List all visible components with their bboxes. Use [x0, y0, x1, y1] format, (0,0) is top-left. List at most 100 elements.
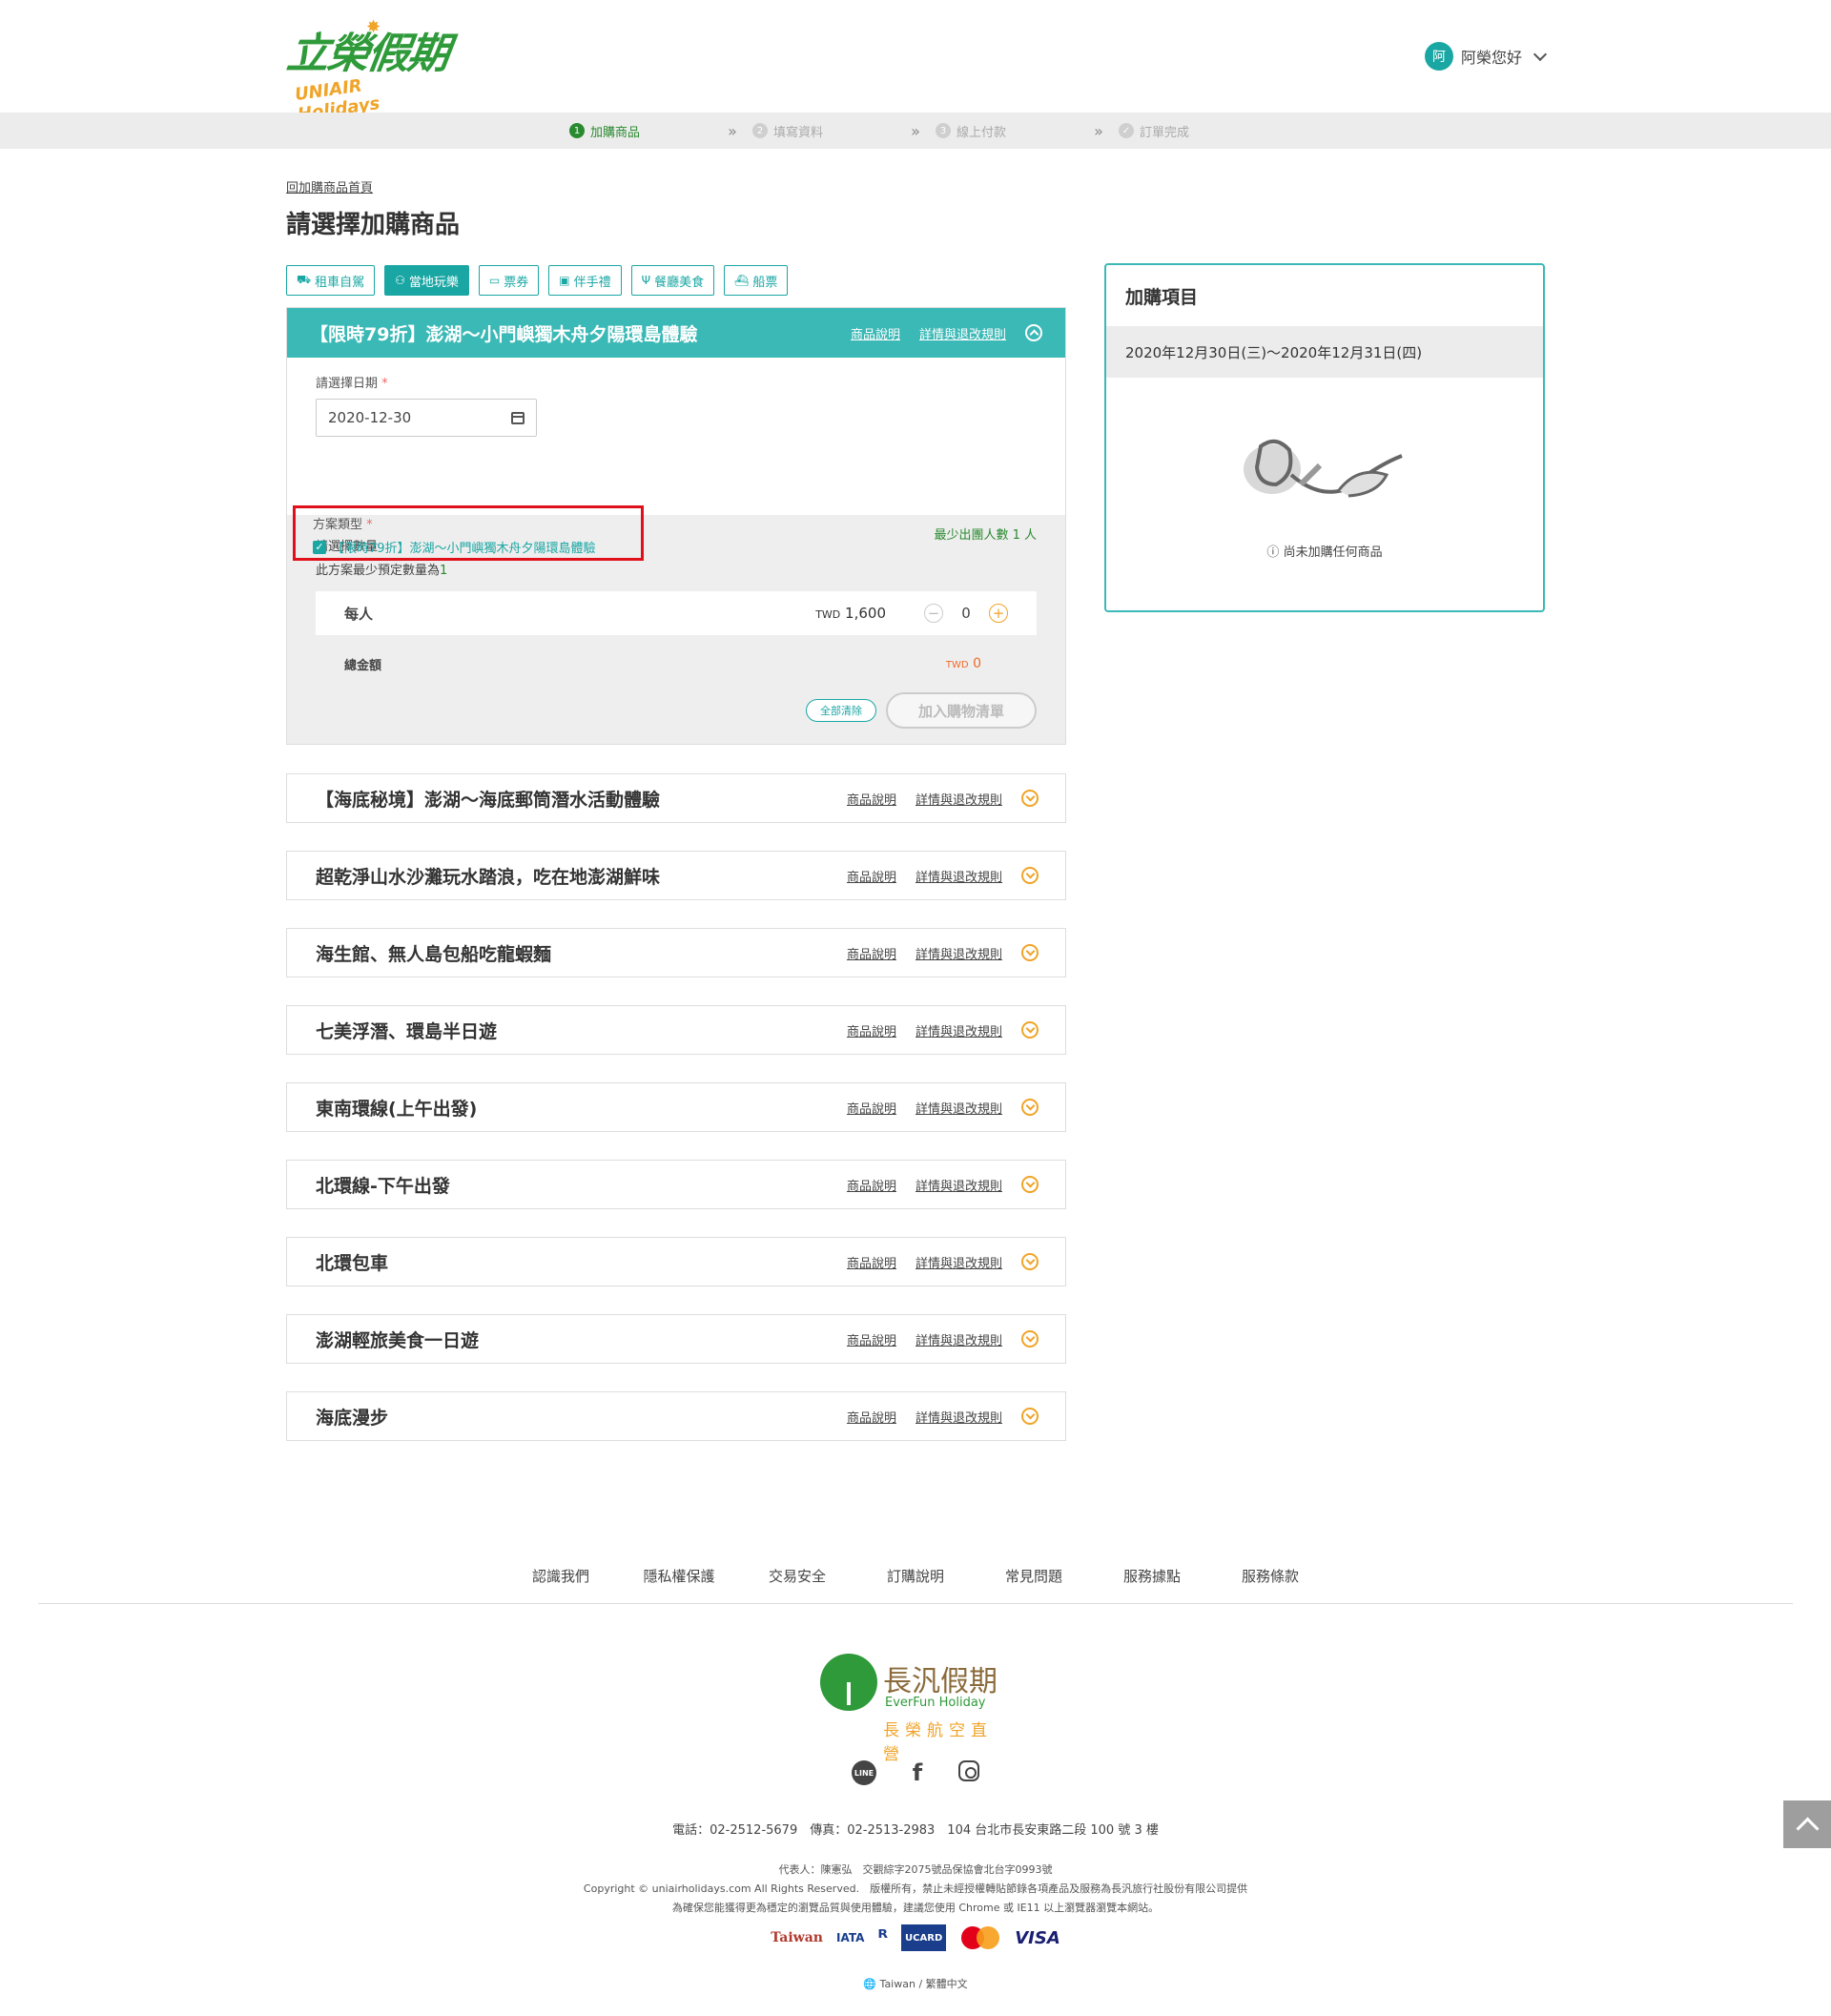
checkbox-checked-icon[interactable]: ✓	[313, 540, 326, 554]
product-item[interactable]: 東南環線(上午出發) 商品說明 詳情與退改規則	[286, 1082, 1066, 1132]
ucard-logo: UCARD	[901, 1924, 947, 1951]
product-rules-link[interactable]: 詳情與退改規則	[919, 324, 1006, 342]
tab-local-fun[interactable]: ⚇ 當地玩樂	[384, 265, 469, 296]
footer-link-terms[interactable]: 服務條款	[1211, 1566, 1329, 1586]
product-item[interactable]: 【海底秘境】澎湖～海底郵筒潛水活動體驗 商品說明 詳情與退改規則	[286, 773, 1066, 823]
product-description-link[interactable]: 商品說明	[847, 1099, 896, 1117]
expand-icon[interactable]	[1021, 790, 1039, 807]
product-item[interactable]: 海底漫步 商品說明 詳情與退改規則	[286, 1391, 1066, 1441]
product-description-link[interactable]: 商品說明	[847, 867, 896, 885]
plan-label: 方案類型 *	[313, 518, 373, 532]
product-rules-link[interactable]: 詳情與退改規則	[916, 1021, 1002, 1039]
back-to-top-button[interactable]	[1783, 1800, 1831, 1848]
plan-option[interactable]: ✓ 【限時79折】澎湖～小門嶼獨木舟夕陽環島體驗	[313, 538, 624, 556]
checkout-steps: 1 加購商品 » 2 填寫資料 » 3 線上付款 » ✓ 訂單完成	[0, 113, 1831, 149]
site-header: 立榮假期 ✸ UNIAIR Holidays 阿 阿榮您好	[0, 0, 1831, 125]
decrease-button[interactable]: −	[924, 604, 943, 623]
tab-restaurants[interactable]: Ψ 餐廳美食	[630, 265, 715, 296]
footer-link-security[interactable]: 交易安全	[738, 1566, 856, 1586]
tab-car-rental[interactable]: ⛟ 租車自駕	[286, 265, 376, 296]
tab-souvenirs[interactable]: ▣ 伴手禮	[548, 265, 622, 296]
user-greeting: 阿榮您好	[1460, 49, 1522, 67]
logo-star-icon: ✸	[366, 17, 381, 37]
footer-link-privacy[interactable]: 隱私權保護	[620, 1566, 738, 1586]
line-icon[interactable]: LINE	[852, 1760, 876, 1785]
everfun-logo[interactable]: 長汎假期 EverFun Holiday 長榮航空直營	[820, 1654, 1011, 1764]
footer-link-locations[interactable]: 服務據點	[1093, 1566, 1211, 1586]
product-title: 超乾淨山水沙灘玩水踏浪，吃在地澎湖鮮味	[316, 866, 661, 888]
tab-label: 當地玩樂	[408, 275, 459, 290]
clear-all-button[interactable]: 全部清除	[806, 699, 876, 722]
step-label: 線上付款	[957, 125, 1007, 140]
product-rules-link[interactable]: 詳情與退改規則	[916, 1408, 1002, 1426]
product-description-link[interactable]: 商品說明	[847, 1021, 896, 1039]
expand-icon[interactable]	[1021, 1408, 1039, 1425]
add-to-cart-button[interactable]: 加入購物清單	[886, 692, 1037, 729]
calendar-icon	[511, 411, 525, 424]
plan-option-label: 【限時79折】澎湖～小門嶼獨木舟夕陽環島體驗	[332, 542, 596, 556]
product-item[interactable]: 北環線-下午出發 商品說明 詳情與退改規則	[286, 1160, 1066, 1209]
visa-logo: VISA	[1015, 1927, 1060, 1948]
site-footer: 認識我們 隱私權保護 交易安全 訂購說明 常見問題 服務據點 服務條款 長汎假期…	[0, 1566, 1831, 1990]
footer-link-about[interactable]: 認識我們	[502, 1566, 620, 1586]
product-description-link[interactable]: 商品說明	[847, 1330, 896, 1348]
footer-link-ordering[interactable]: 訂購說明	[856, 1566, 975, 1586]
product-header[interactable]: 【限時79折】澎湖～小門嶼獨木舟夕陽環島體驗 商品說明 詳情與退改規則	[287, 308, 1065, 358]
product-rules-link[interactable]: 詳情與退改規則	[916, 1099, 1002, 1117]
per-person-label: 每人	[344, 605, 374, 623]
tab-tickets[interactable]: ▭ 票券	[478, 265, 540, 296]
collapse-icon[interactable]	[1025, 324, 1042, 341]
expand-icon[interactable]	[1021, 944, 1039, 961]
product-rules-link[interactable]: 詳情與退改規則	[916, 944, 1002, 962]
product-rules-link[interactable]: 詳情與退改規則	[916, 790, 1002, 808]
check-icon: ✓	[1119, 123, 1134, 138]
product-item[interactable]: 超乾淨山水沙灘玩水踏浪，吃在地澎湖鮮味 商品說明 詳情與退改規則	[286, 851, 1066, 900]
contact-info: 電話：02-2512-5679 傳真：02-2513-2983 104 台北市長…	[672, 1823, 1159, 1838]
unit-price: TWD 1,600	[815, 605, 886, 622]
expand-icon[interactable]	[1021, 1330, 1039, 1347]
facebook-icon[interactable]: f	[905, 1759, 930, 1786]
chevron-down-icon	[1533, 47, 1548, 61]
language-selector[interactable]: 🌐 Taiwan / 繁體中文	[0, 1976, 1831, 1991]
product-rules-link[interactable]: 詳情與退改規則	[916, 1176, 1002, 1194]
tab-label: 餐廳美食	[654, 275, 705, 290]
step-label: 加購商品	[590, 125, 641, 140]
product-rules-link[interactable]: 詳情與退改規則	[916, 867, 1002, 885]
expand-icon[interactable]	[1021, 1176, 1039, 1193]
product-item[interactable]: 七美浮潛、環島半日遊 商品說明 詳情與退改規則	[286, 1005, 1066, 1055]
expand-icon[interactable]	[1021, 1021, 1039, 1039]
person-icon: ⚇	[395, 274, 405, 287]
step-number: 3	[936, 123, 951, 138]
car-icon: ⛟	[297, 273, 312, 286]
instagram-icon[interactable]	[958, 1760, 979, 1781]
expand-icon[interactable]	[1021, 867, 1039, 884]
product-title: 【限時79折】澎湖～小門嶼獨木舟夕陽環島體驗	[310, 323, 698, 345]
main-content: 回加購商品首頁 請選擇加購商品 ⛟ 租車自駕 ⚇ 當地玩樂 ▭ 票券 ▣ 伴手禮 Ψ 餐廳…	[286, 177, 1066, 1441]
product-item[interactable]: 北環包車 商品說明 詳情與退改規則	[286, 1237, 1066, 1286]
product-description-link[interactable]: 商品說明	[851, 324, 900, 342]
representative-info: 代表人：陳憲弘 交觀綜字2075號品保協會北台字0993號	[778, 1863, 1053, 1876]
tab-ship-tickets[interactable]: ⛴ 船票	[724, 265, 789, 296]
user-menu[interactable]: 阿 阿榮您好	[1424, 42, 1548, 71]
product-rules-link[interactable]: 詳情與退改規則	[916, 1330, 1002, 1348]
expand-icon[interactable]	[1021, 1099, 1039, 1116]
increase-button[interactable]: +	[989, 604, 1008, 623]
product-description-link[interactable]: 商品說明	[847, 790, 896, 808]
total-row: 總金額 TWD 0	[316, 635, 1037, 692]
product-description-link[interactable]: 商品說明	[847, 1176, 896, 1194]
product-description-link[interactable]: 商品說明	[847, 944, 896, 962]
tab-label: 票券	[504, 275, 529, 290]
expand-icon[interactable]	[1021, 1253, 1039, 1270]
back-link[interactable]: 回加購商品首頁	[286, 181, 373, 195]
product-rules-link[interactable]: 詳情與退改規則	[916, 1253, 1002, 1271]
iata-logo: IATA	[836, 1931, 865, 1944]
product-description-link[interactable]: 商品說明	[847, 1253, 896, 1271]
date-picker[interactable]: 2020-12-30	[316, 399, 537, 437]
step-fill-info: 2 填寫資料	[752, 122, 895, 140]
footer-link-faq[interactable]: 常見問題	[975, 1566, 1093, 1586]
product-item[interactable]: 澎湖輕旅美食一日遊 商品說明 詳情與退改規則	[286, 1314, 1066, 1364]
product-item[interactable]: 海生館、無人島包船吃龍蝦麵 商品說明 詳情與退改規則	[286, 928, 1066, 977]
uniair-logo[interactable]: 立榮假期 ✸ UNIAIR Holidays	[284, 17, 451, 125]
total-label: 總金額	[344, 658, 382, 673]
product-description-link[interactable]: 商品說明	[847, 1408, 896, 1426]
